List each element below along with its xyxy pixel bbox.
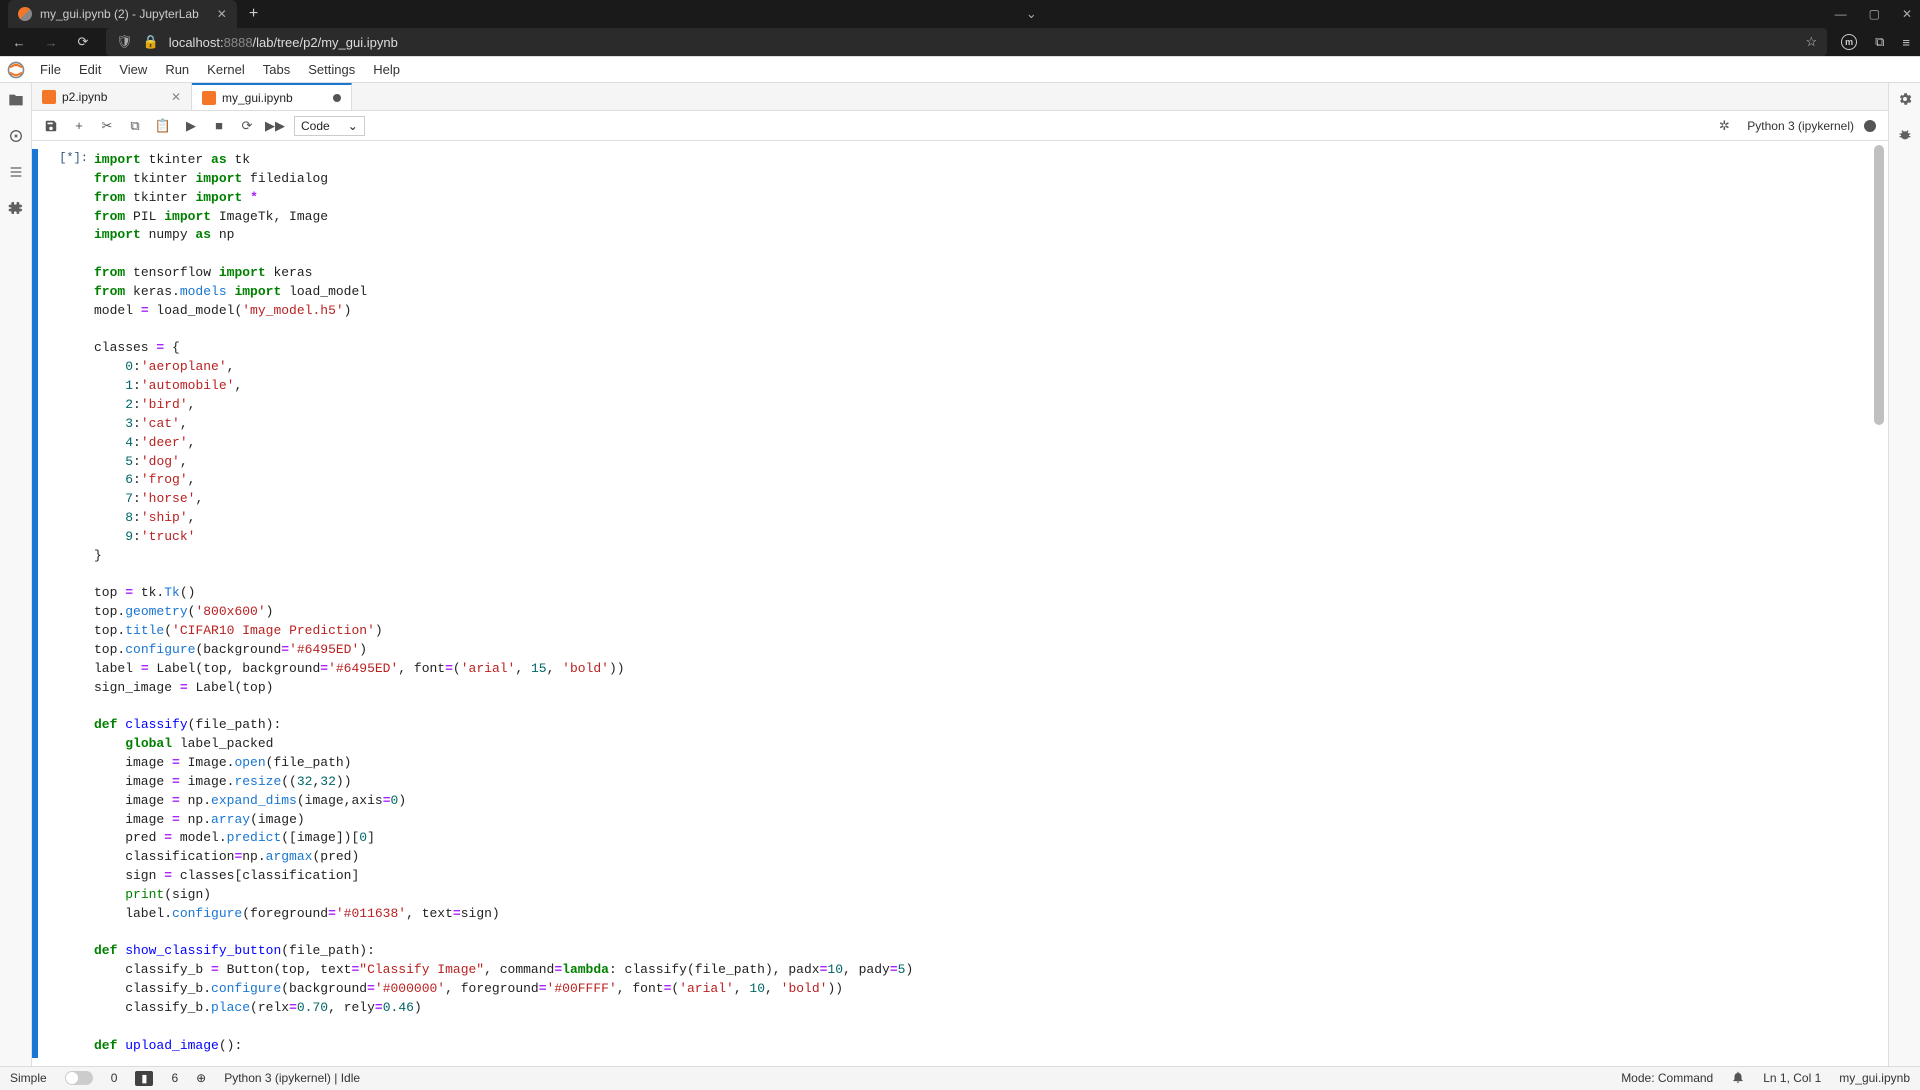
mode-indicator: Mode: Command <box>1621 1071 1713 1085</box>
lsp-icon[interactable]: ⊕ <box>196 1071 206 1085</box>
close-window-icon[interactable]: ✕ <box>1902 7 1912 21</box>
code-cell[interactable]: [*]: import tkinter as tk from tkinter i… <box>32 149 1874 1058</box>
scrollbar[interactable] <box>1872 141 1886 1066</box>
forward-button[interactable]: → <box>42 35 60 50</box>
save-button[interactable] <box>38 114 64 138</box>
file-name: my_gui.ipynb <box>1839 1071 1910 1085</box>
simple-label: Simple <box>10 1071 47 1085</box>
notification-bell-icon[interactable] <box>1731 1070 1745 1087</box>
jupyter-favicon-icon <box>18 7 32 21</box>
copy-button[interactable]: ⧉ <box>122 114 148 138</box>
bookmark-star-icon[interactable]: ☆ <box>1805 34 1817 50</box>
property-inspector-icon[interactable] <box>1897 91 1913 110</box>
folder-icon[interactable] <box>7 91 25 109</box>
tab-label: my_gui.ipynb <box>222 91 293 105</box>
toc-icon[interactable] <box>7 163 25 181</box>
insert-cell-button[interactable]: + <box>66 114 92 138</box>
maximize-icon[interactable]: ▢ <box>1869 7 1880 21</box>
warnings-count: 6 <box>171 1071 178 1085</box>
menu-kernel[interactable]: Kernel <box>199 59 253 80</box>
warnings-badge[interactable]: ▮ <box>135 1071 153 1086</box>
jupyter-logo-icon[interactable] <box>6 60 26 80</box>
tab-p2[interactable]: p2.ipynb ✕ <box>32 83 192 110</box>
account-icon[interactable]: m <box>1841 34 1857 50</box>
window-controls: — ▢ ✕ <box>1835 7 1912 21</box>
kernel-busy-indicator <box>1864 120 1876 132</box>
shield-icon: 🛡 <box>116 34 133 50</box>
menu-file[interactable]: File <box>32 59 69 80</box>
browser-tab-title: my_gui.ipynb (2) - JupyterLab <box>40 7 199 21</box>
minimize-icon[interactable]: — <box>1835 7 1847 21</box>
extension-manager-icon[interactable] <box>7 199 25 217</box>
simple-toggle[interactable] <box>65 1071 93 1085</box>
notebook-toolbar: + ✂ ⧉ 📋 ▶ ■ ⟳ ▶▶ Code ⌄ ✲ Python 3 (ipyk… <box>32 111 1888 141</box>
cut-button[interactable]: ✂ <box>94 114 120 138</box>
back-button[interactable]: ← <box>10 35 28 50</box>
url-input[interactable]: 🛡 🔒 localhost:8888/lab/tree/p2/my_gui.ip… <box>106 28 1827 56</box>
menu-settings[interactable]: Settings <box>300 59 363 80</box>
restart-run-all-button[interactable]: ▶▶ <box>262 114 288 138</box>
notebook-area[interactable]: [*]: import tkinter as tk from tkinter i… <box>32 141 1888 1066</box>
new-tab-button[interactable]: + <box>249 5 258 23</box>
chevron-down-icon: ⌄ <box>348 119 358 133</box>
close-icon[interactable]: ✕ <box>171 90 181 104</box>
left-sidebar <box>0 83 32 1066</box>
close-tab-icon[interactable]: ✕ <box>217 7 227 21</box>
cursor-position: Ln 1, Col 1 <box>1763 1071 1821 1085</box>
menubar: File Edit View Run Kernel Tabs Settings … <box>0 57 1920 83</box>
url-text: localhost:8888/lab/tree/p2/my_gui.ipynb <box>169 35 398 50</box>
debugger-icon[interactable] <box>1897 128 1913 147</box>
tabs-dropdown-icon[interactable]: ⌄ <box>1026 6 1037 22</box>
statusbar: Simple 0 ▮ 6 ⊕ Python 3 (ipykernel) | Id… <box>0 1066 1920 1090</box>
unsaved-dot-icon <box>333 94 341 102</box>
lock-icon: 🔒 <box>143 34 159 50</box>
tab-label: p2.ipynb <box>62 90 107 104</box>
cell-type-value: Code <box>301 119 330 133</box>
right-sidebar <box>1888 83 1920 1066</box>
menu-run[interactable]: Run <box>157 59 197 80</box>
browser-address-bar: ← → ⟳ 🛡 🔒 localhost:8888/lab/tree/p2/my_… <box>0 28 1920 56</box>
notebook-icon <box>42 90 56 104</box>
reload-button[interactable]: ⟳ <box>74 34 92 50</box>
menu-view[interactable]: View <box>111 59 155 80</box>
browser-titlebar: my_gui.ipynb (2) - JupyterLab ✕ + ⌄ — ▢ … <box>0 0 1920 28</box>
hamburger-menu-icon[interactable]: ≡ <box>1902 35 1910 50</box>
restart-button[interactable]: ⟳ <box>234 114 260 138</box>
kernel-name[interactable]: Python 3 (ipykernel) <box>1747 119 1854 133</box>
paste-button[interactable]: 📋 <box>150 114 176 138</box>
cell-type-select[interactable]: Code ⌄ <box>294 116 365 136</box>
terminals-count[interactable]: 0 <box>111 1071 118 1085</box>
notebook-icon <box>202 91 216 105</box>
toolbar-gear-icon[interactable]: ✲ <box>1711 114 1737 138</box>
extensions-icon[interactable]: ⧉ <box>1875 34 1884 50</box>
cell-prompt: [*]: <box>38 149 94 1058</box>
running-kernels-icon[interactable] <box>7 127 25 145</box>
kernel-status[interactable]: Python 3 (ipykernel) | Idle <box>224 1071 360 1085</box>
tab-my-gui[interactable]: my_gui.ipynb <box>192 83 352 110</box>
menu-help[interactable]: Help <box>365 59 408 80</box>
run-button[interactable]: ▶ <box>178 114 204 138</box>
code-editor[interactable]: import tkinter as tk from tkinter import… <box>94 149 1874 1058</box>
document-tabs: p2.ipynb ✕ my_gui.ipynb <box>32 83 1888 111</box>
menu-tabs[interactable]: Tabs <box>255 59 298 80</box>
scrollbar-thumb[interactable] <box>1874 145 1884 425</box>
menu-edit[interactable]: Edit <box>71 59 109 80</box>
browser-tab[interactable]: my_gui.ipynb (2) - JupyterLab ✕ <box>8 0 237 28</box>
interrupt-button[interactable]: ■ <box>206 114 232 138</box>
